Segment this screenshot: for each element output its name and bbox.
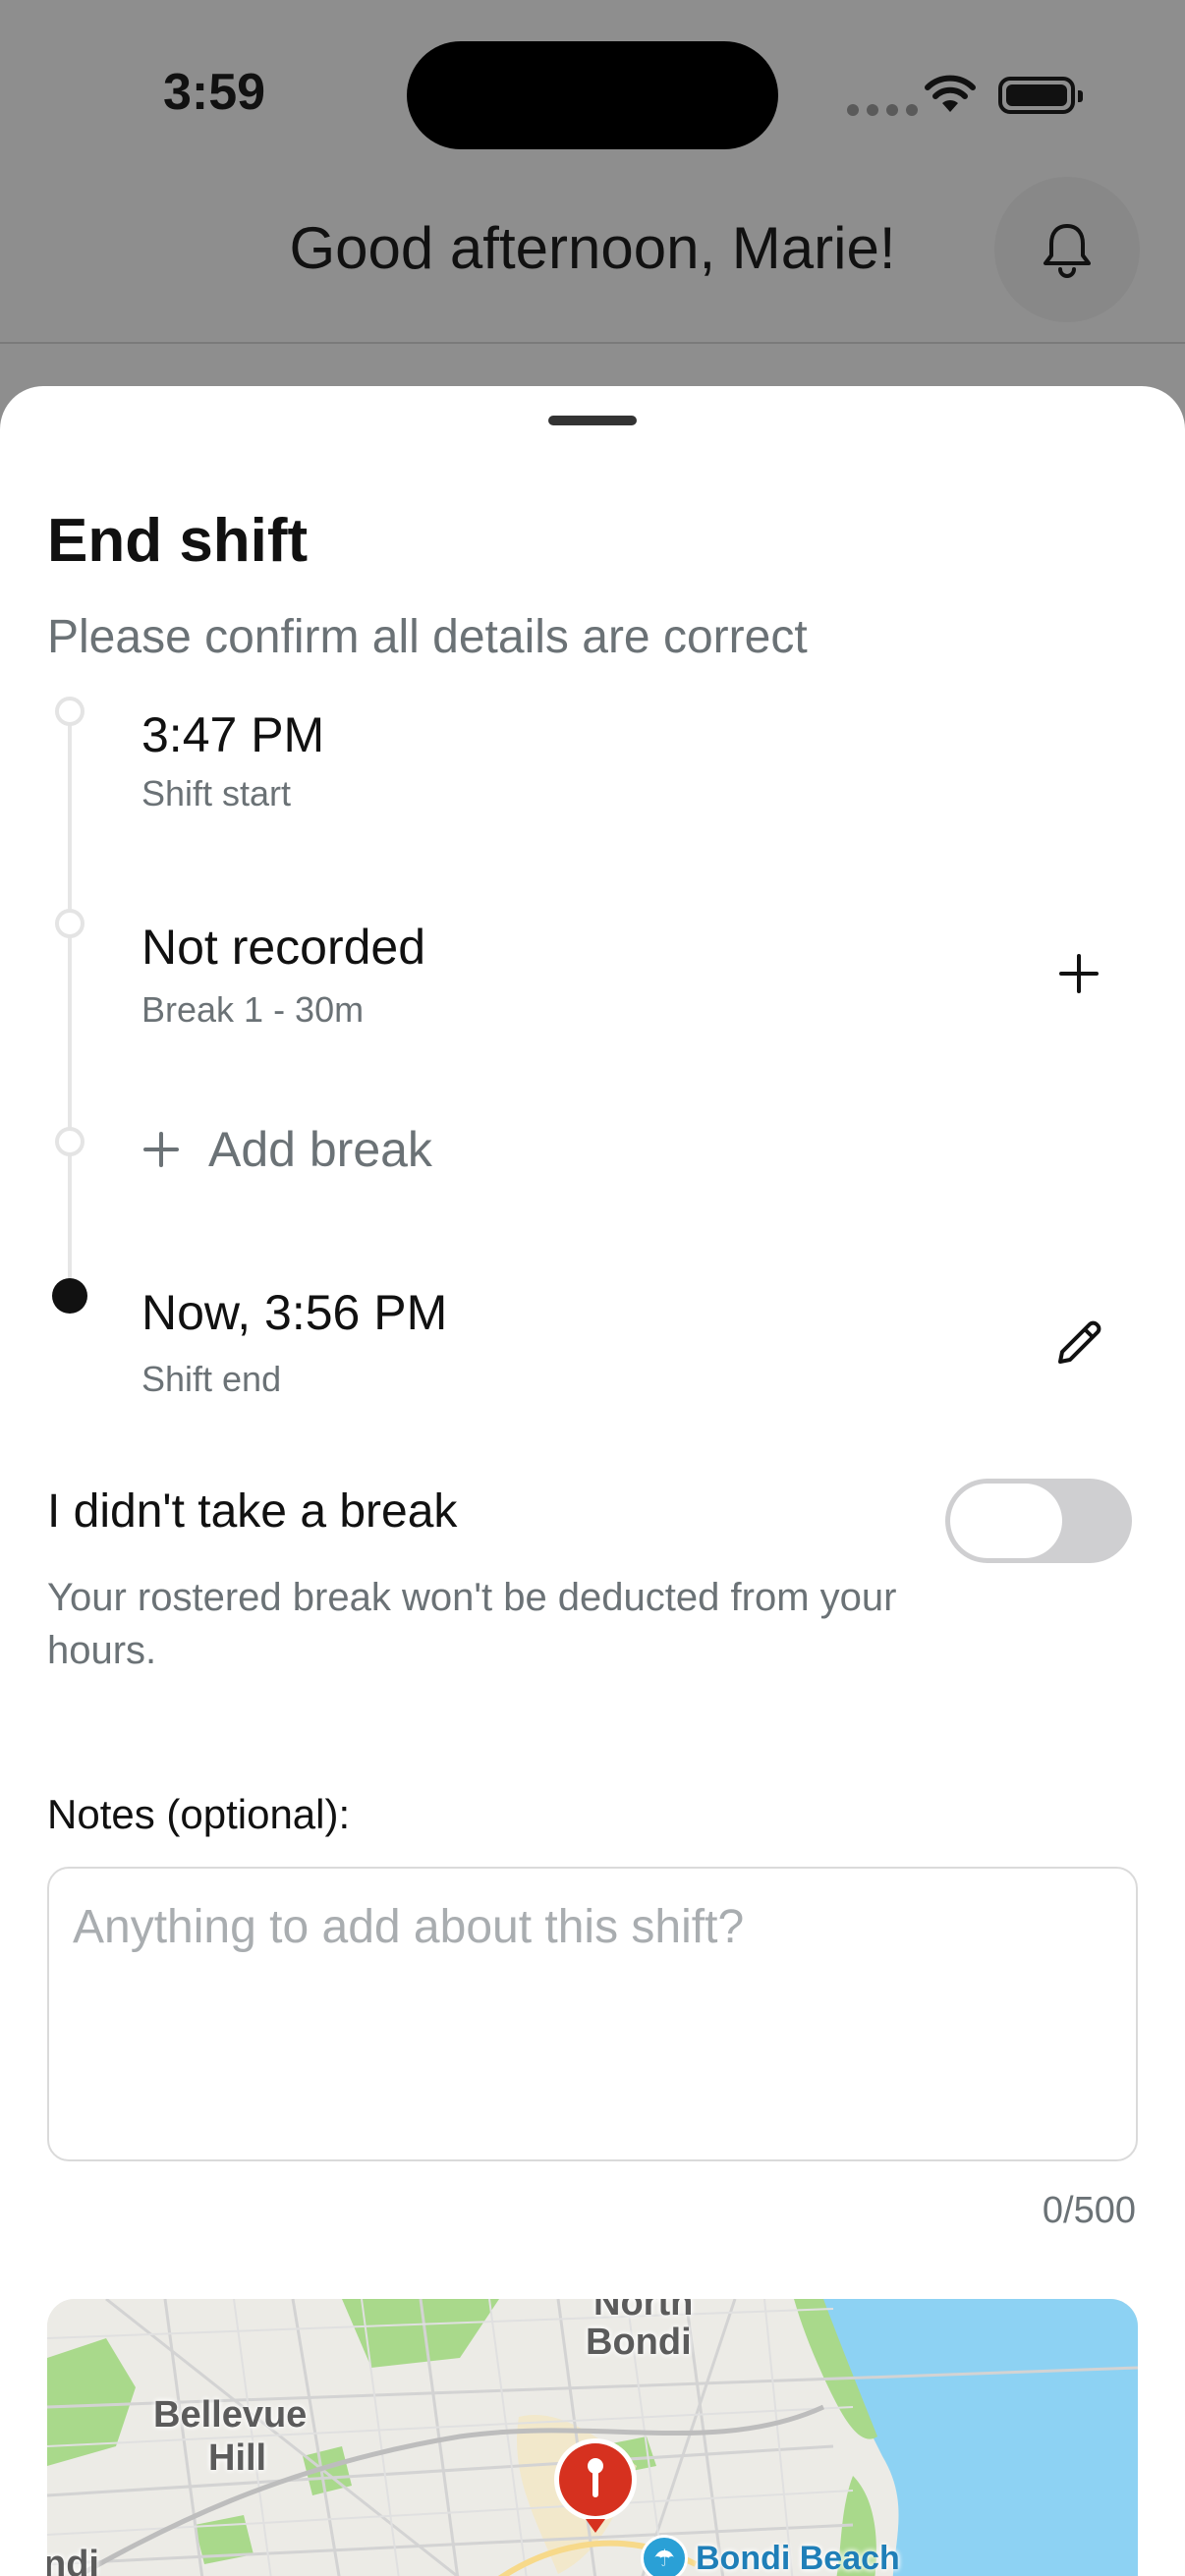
map-label-hill: Hill [208, 2437, 267, 2479]
add-break-button[interactable]: Add break [141, 1121, 432, 1178]
sheet-title: End shift [47, 507, 309, 575]
record-break-button[interactable] [1040, 934, 1118, 1013]
bondi-beach-marker[interactable]: ☂ Bondi Beach [641, 2535, 900, 2576]
pencil-icon [1058, 1320, 1101, 1364]
end-shift-sheet: End shift Please confirm all details are… [0, 386, 1185, 2576]
location-map[interactable]: North Bondi Bellevue Hill ndi ☂ Bondi Be… [47, 2299, 1138, 2576]
location-pin-icon [554, 2438, 637, 2533]
break-1-label: Break 1 - 30m [141, 989, 365, 1030]
background-app: 3:59 Good afternoon, Marie! [0, 0, 1185, 413]
map-label-left-edge: ndi [47, 2544, 99, 2576]
dynamic-island [407, 41, 778, 149]
sheet-grabber[interactable] [548, 416, 637, 425]
notes-label: Notes (optional): [47, 1791, 351, 1837]
map-label-beach: Bondi Beach [696, 2539, 900, 2576]
shift-start-label: Shift start [141, 773, 292, 813]
map-label-bondi: Bondi [586, 2322, 692, 2363]
edit-shift-end-button[interactable] [1040, 1304, 1118, 1382]
no-break-toggle[interactable] [945, 1479, 1132, 1563]
notes-character-counter: 0/500 [1042, 2190, 1136, 2231]
timeline-dot-break-1 [55, 909, 85, 938]
battery-icon [998, 77, 1083, 114]
shift-start-time: 3:47 PM [141, 707, 325, 762]
wifi-icon [925, 75, 976, 112]
no-break-label: I didn't take a break [47, 1485, 458, 1538]
break-1-status: Not recorded [141, 920, 426, 975]
header-divider [0, 342, 1185, 344]
umbrella-icon: ☂ [641, 2535, 688, 2576]
timeline-line [68, 725, 72, 1297]
timeline-dot-shift-start [55, 697, 85, 726]
app-screen: 3:59 Good afternoon, Marie! End shift Pl… [0, 0, 1185, 2576]
add-break-label: Add break [208, 1122, 432, 1177]
toggle-knob [950, 1484, 1062, 1558]
bell-icon [1044, 224, 1091, 278]
no-break-description: Your rostered break won't be deducted fr… [47, 1576, 897, 1672]
sheet-subtitle: Please confirm all details are correct [47, 611, 808, 663]
cellular-signal-icon [847, 104, 918, 116]
timeline-dot-shift-end [52, 1278, 87, 1314]
plus-icon [1059, 954, 1099, 993]
map-label-bellevue: Bellevue [153, 2394, 308, 2436]
shift-end-time: Now, 3:56 PM [141, 1285, 448, 1340]
timeline-dot-add-break [55, 1127, 85, 1156]
notes-input[interactable] [47, 1867, 1138, 2161]
shift-end-label: Shift end [141, 1359, 282, 1399]
plus-icon [143, 1132, 179, 1167]
status-time: 3:59 [163, 64, 266, 121]
notifications-button[interactable] [994, 177, 1140, 322]
